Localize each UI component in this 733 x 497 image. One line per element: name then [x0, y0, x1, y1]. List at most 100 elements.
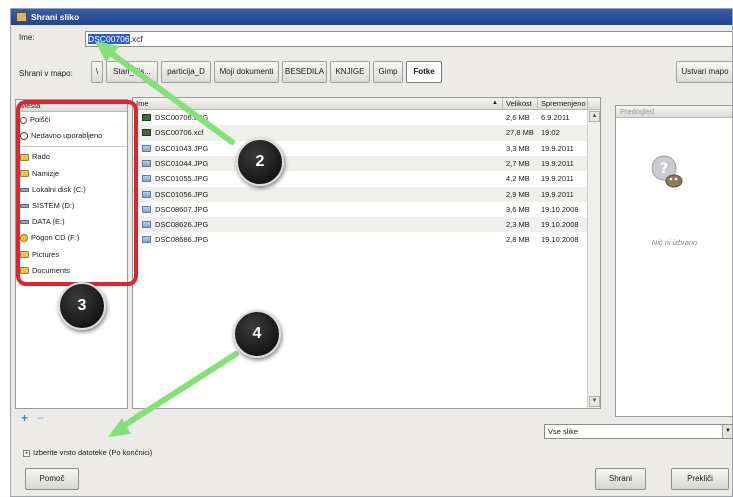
- path-button-gimp[interactable]: Gimp: [373, 61, 403, 83]
- save-in-folder-row: Shrani v mapo: \ Stari_dis... particija_…: [19, 61, 732, 85]
- folder-icon: [20, 267, 29, 275]
- path-button-moji-dokumenti[interactable]: Moji dokumenti: [214, 61, 279, 83]
- file-modified: 19:02: [541, 128, 560, 138]
- column-header-modified[interactable]: Spremenjeno: [538, 98, 588, 110]
- add-bookmark-button[interactable]: +: [21, 409, 28, 427]
- path-button-besedila[interactable]: BESEDILA: [282, 61, 327, 83]
- places-header[interactable]: Mesta: [16, 100, 127, 112]
- file-row[interactable]: DSC08626.JPG 2,3 MB 19.10.2008: [133, 217, 588, 233]
- place-label: DATA (E:): [32, 217, 65, 227]
- place-label: Pogon CD (F:): [31, 233, 80, 243]
- path-root-button[interactable]: \: [91, 61, 103, 83]
- drive-icon: [20, 187, 29, 192]
- file-size: 2,9 MB: [506, 189, 530, 199]
- folder-icon: [20, 170, 29, 178]
- place-label: SISTEM (D:): [32, 200, 75, 210]
- save-button[interactable]: Shrani: [595, 468, 646, 490]
- file-icon: [142, 190, 151, 198]
- name-label: Ime:: [19, 33, 35, 42]
- cancel-button[interactable]: Prekliči: [671, 468, 729, 490]
- preview-header: Predogled: [616, 106, 732, 118]
- file-row[interactable]: DSC01044.JPG 2,7 MB 19.9.2011: [133, 155, 588, 172]
- create-folder-button[interactable]: Ustvari mapo: [676, 61, 732, 83]
- column-header-size[interactable]: Velikost: [503, 98, 538, 110]
- places-separator: [16, 146, 127, 148]
- place-item-drive-c[interactable]: Lokalni disk (C:): [16, 182, 127, 198]
- cd-icon: [20, 234, 28, 243]
- gimp-app-icon: [16, 12, 27, 22]
- file-modified: 19.10.2008: [541, 204, 579, 214]
- expand-toggle-icon: +: [23, 449, 30, 457]
- place-label: Pictures: [32, 249, 60, 259]
- file-filter-value: Vse slike: [548, 427, 579, 436]
- preview-panel: Predogled ? Nič ni izbrano: [615, 105, 732, 417]
- filename-input[interactable]: DSC00706.xcf: [85, 31, 732, 47]
- folder-icon: [20, 251, 29, 259]
- file-type-expander[interactable]: + Izberite vrsto datoteke (Po končnici): [23, 447, 152, 459]
- path-button-knjige[interactable]: KNJIGE: [330, 61, 370, 83]
- title-bar: Shrani sliko: [11, 9, 732, 25]
- file-icon: [142, 159, 151, 167]
- place-item-search[interactable]: Poišči: [16, 112, 127, 128]
- places-panel: Mesta Poišči Nedavno uporabljeno Rado Na…: [15, 99, 128, 409]
- path-button-stari-disk[interactable]: Stari_dis...: [106, 61, 158, 83]
- place-label: Poišči: [30, 115, 51, 124]
- file-name: DSC01044.JPG: [155, 158, 209, 168]
- file-modified: 19.10.2008: [541, 235, 579, 245]
- save-in-label: Shrani v mapo:: [19, 69, 73, 78]
- save-image-dialog: Shrani sliko Ime: DSC00706.xcf Shrani v …: [10, 8, 733, 497]
- place-label: Rado: [32, 152, 50, 162]
- window-title: Shrani sliko: [31, 12, 80, 22]
- file-size: 27,8 MB: [506, 128, 534, 138]
- file-icon: [142, 236, 151, 244]
- remove-bookmark-button[interactable]: −: [37, 409, 44, 427]
- file-modified: 19.10.2008: [541, 220, 579, 230]
- file-name: DSC00706.xcf: [155, 128, 204, 138]
- file-row[interactable]: DSC01043.JPG 3,3 MB 19.9.2011: [133, 141, 588, 156]
- file-icon: [142, 221, 151, 229]
- file-list: Ime ▲ Velikost Spremenjeno DSC00706.JPG 2,…: [132, 97, 601, 409]
- file-name: DSC08607.JPG: [155, 204, 209, 214]
- place-item-desktop[interactable]: Namizje: [16, 166, 127, 182]
- column-header-name-label: Ime: [136, 99, 149, 108]
- place-item-documents[interactable]: Documents: [16, 263, 127, 279]
- file-modified: 6.9.2011: [541, 113, 570, 122]
- unknown-file-icon: ?: [651, 155, 683, 188]
- place-item-pictures[interactable]: Pictures: [16, 247, 127, 263]
- file-filter-select[interactable]: Vse slike ▼: [544, 424, 732, 439]
- place-item-rado[interactable]: Rado: [16, 149, 127, 165]
- file-row[interactable]: DSC08686.JPG 2,8 MB 19.10.2008: [133, 232, 588, 247]
- sort-up-icon: ▲: [492, 100, 498, 106]
- scroll-up-icon[interactable]: ▲: [589, 111, 600, 122]
- path-button-fotke[interactable]: Fotke: [406, 61, 442, 83]
- image-icon: [142, 114, 151, 121]
- file-modified: 19.9.2011: [541, 174, 574, 184]
- file-modified: 19.9.2011: [541, 143, 574, 153]
- places-footer: + −: [15, 409, 128, 427]
- file-type-label: Izberite vrsto datoteke (Po končnici): [33, 448, 153, 457]
- path-button-particija-d[interactable]: particija_D: [161, 61, 211, 83]
- file-list-scrollbar[interactable]: ▲ ▼: [587, 110, 600, 408]
- name-row: Ime: DSC00706.xcf: [19, 31, 732, 47]
- file-size: 2,8 MB: [506, 235, 530, 245]
- place-label: Nedavno uporabljeno: [31, 131, 103, 141]
- column-header-name[interactable]: Ime ▲: [133, 98, 503, 110]
- place-item-recent[interactable]: Nedavno uporabljeno: [16, 128, 127, 144]
- place-item-drive-d[interactable]: SISTEM (D:): [16, 198, 127, 214]
- file-row[interactable]: DSC01055.JPG 4,2 MB 19.9.2011: [133, 171, 588, 186]
- place-label: Documents: [32, 265, 70, 275]
- file-name: DSC08686.JPG: [155, 235, 209, 245]
- file-list-header: Ime ▲ Velikost Spremenjeno: [133, 98, 600, 110]
- place-item-cd-drive[interactable]: Pogon CD (F:): [16, 230, 127, 246]
- place-item-drive-e[interactable]: DATA (E:): [16, 214, 127, 230]
- file-row[interactable]: DSC00706.JPG 2,6 MB 6.9.2011: [133, 110, 588, 125]
- help-button[interactable]: Pomoč: [25, 468, 79, 490]
- file-size: 2,6 MB: [506, 113, 530, 122]
- scroll-down-icon[interactable]: ▼: [589, 396, 600, 407]
- file-row[interactable]: DSC08607.JPG 3,6 MB 19.10.2008: [133, 202, 588, 217]
- file-row[interactable]: DSC00706.xcf 27,8 MB 19:02: [133, 125, 588, 141]
- file-row[interactable]: DSC01056.JPG 2,9 MB 19.9.2011: [133, 186, 588, 202]
- drive-icon: [20, 220, 29, 225]
- chevron-down-icon: ▼: [722, 425, 732, 438]
- place-label: Lokalni disk (C:): [32, 184, 86, 194]
